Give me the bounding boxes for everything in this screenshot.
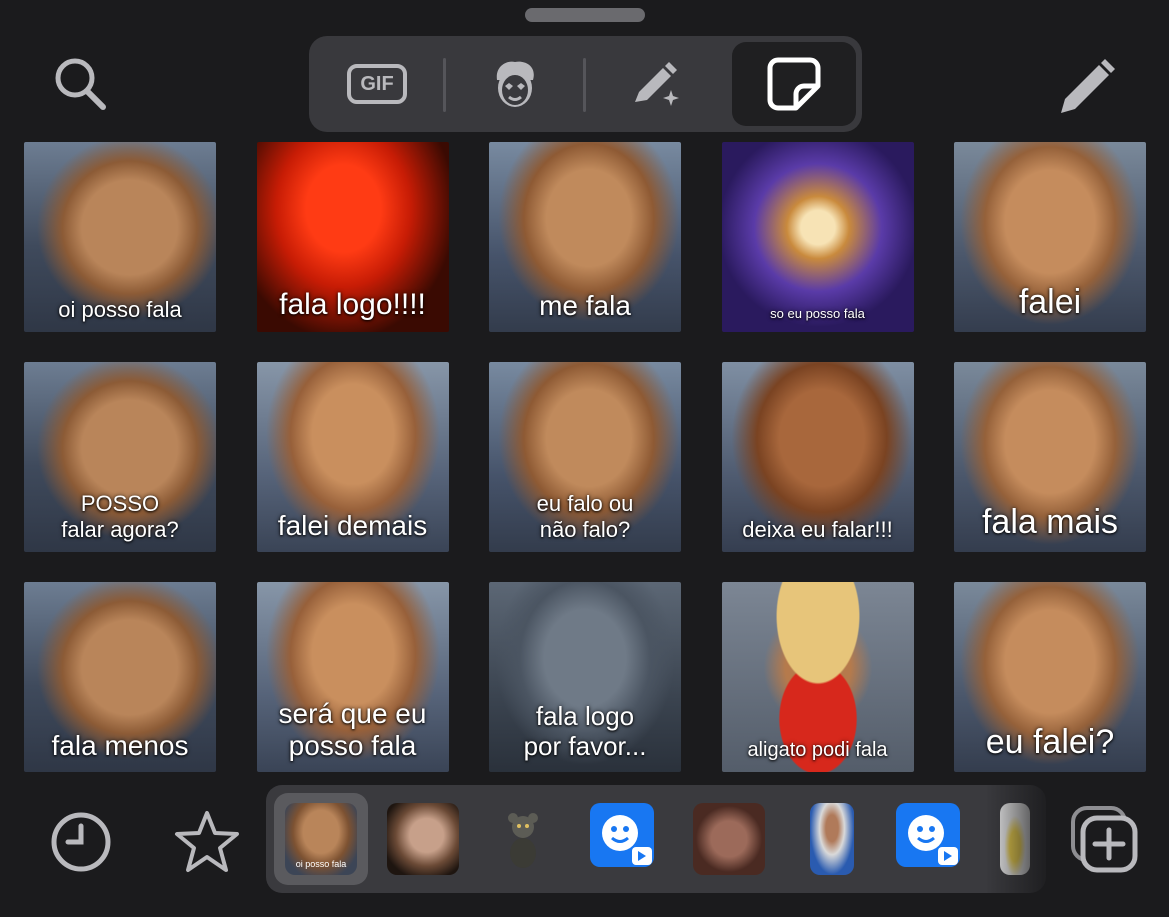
sticker-grid: oi posso fala fala logo!!!! me fala so eu p… — [24, 142, 1146, 772]
sticker-caption: falei — [1018, 282, 1082, 321]
magic-pen-icon — [635, 62, 679, 106]
tab-stickers[interactable] — [732, 42, 856, 126]
sticker-tile[interactable]: so eu posso fala — [721, 142, 914, 332]
gif-label: GIF — [360, 72, 394, 95]
sticker-pack-rat[interactable] — [487, 803, 559, 875]
bottom-bar: oi posso fala — [0, 785, 1169, 917]
sticker-pack-tray: oi posso fala — [266, 785, 1046, 893]
add-sticker-icon[interactable] — [1064, 799, 1144, 879]
sticker-tile[interactable]: deixa eu falar!!! — [721, 362, 914, 552]
sticker-tile[interactable]: falei demais — [256, 362, 449, 552]
sticker-caption: me fala — [539, 289, 631, 321]
sticker-caption: so eu posso fala — [770, 306, 865, 322]
category-segmented-control: GIF — [309, 36, 862, 132]
sticker-caption: deixa eu falar!!! — [742, 516, 893, 542]
sticker-pack-dog[interactable]: oi posso fala — [285, 803, 357, 875]
clock-icon[interactable] — [48, 809, 114, 875]
sticker-icon — [767, 57, 821, 111]
sticker-tile[interactable]: falei — [954, 142, 1146, 332]
sticker-tile[interactable]: POSSO falar agora? — [24, 362, 216, 552]
sticker-caption: fala mais — [981, 502, 1119, 541]
sticker-caption: oi posso fala — [58, 296, 182, 322]
tab-magic-pen[interactable] — [593, 42, 717, 126]
sticker-tile[interactable]: será que eu posso fala — [256, 582, 449, 772]
tab-gif[interactable]: GIF — [315, 42, 439, 126]
app-face-icon — [602, 815, 652, 865]
divider — [443, 58, 446, 112]
sticker-caption: eu falei? — [985, 722, 1115, 761]
sticker-caption: eu falo ou não falo? — [536, 491, 634, 542]
sticker-tile[interactable]: fala logo!!!! — [256, 142, 449, 332]
sticker-caption: fala logo por favor... — [523, 701, 647, 762]
sticker-caption: falei demais — [277, 509, 428, 541]
app-face-icon — [908, 815, 958, 865]
tray-fade — [985, 785, 1055, 893]
sticker-tile[interactable]: fala logo por favor... — [489, 582, 681, 772]
divider — [583, 58, 586, 112]
drag-handle[interactable] — [525, 8, 645, 22]
star-icon[interactable] — [172, 807, 242, 877]
search-icon[interactable] — [48, 52, 112, 116]
sticker-caption: será que eu posso fala — [278, 697, 427, 761]
sticker-tile[interactable]: me fala — [489, 142, 681, 332]
rat-figure — [508, 813, 538, 868]
avatar-face-icon — [496, 61, 534, 107]
sticker-caption: fala logo!!!! — [279, 287, 426, 321]
sticker-pack-app-1[interactable] — [590, 803, 654, 867]
pack-caption: oi posso fala — [295, 859, 347, 869]
sticker-tile[interactable]: oi posso fala — [24, 142, 216, 332]
sticker-caption: POSSO falar agora? — [61, 491, 179, 542]
pencil-icon[interactable] — [1050, 52, 1120, 122]
sticker-tile[interactable]: eu falei? — [954, 582, 1146, 772]
tab-avatar[interactable] — [453, 42, 577, 126]
sticker-pack-app-2[interactable] — [896, 803, 960, 867]
sticker-pack-man[interactable] — [810, 803, 854, 875]
sticker-tile[interactable]: fala menos — [24, 582, 216, 772]
sticker-caption: fala menos — [51, 729, 189, 761]
sticker-tile[interactable]: eu falo ou não falo? — [489, 362, 681, 552]
sticker-tile[interactable]: fala mais — [954, 362, 1146, 552]
sticker-pack-people[interactable] — [693, 803, 765, 875]
gif-icon: GIF — [347, 64, 407, 104]
sticker-tile[interactable]: aligato podi fala — [721, 582, 914, 772]
sticker-caption: aligato podi fala — [747, 739, 888, 761]
sticker-pack-woman[interactable] — [387, 803, 459, 875]
